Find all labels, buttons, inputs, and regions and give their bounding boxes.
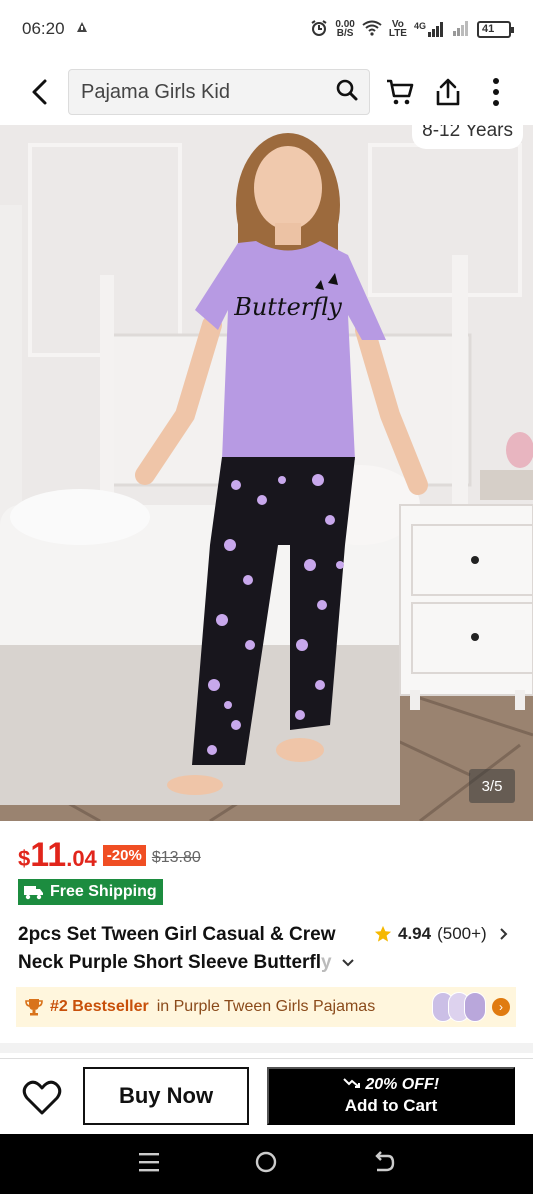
age-tag: 8-12 Years [412, 125, 523, 149]
chevron-right-circle-icon: › [492, 998, 510, 1016]
signal-icon-2 [452, 20, 470, 39]
discount-badge: -20% [102, 845, 146, 866]
volte-indicator: Vo LTE [388, 19, 407, 39]
rating-summary[interactable]: 4.94 (500+) [374, 924, 509, 944]
truck-icon [24, 886, 43, 900]
star-icon [374, 925, 392, 942]
rating-score: 4.94 [398, 924, 432, 943]
menu-icon [138, 1152, 159, 1171]
bestseller-rank: #2 Bestseller [50, 998, 149, 1015]
review-count: (500+) [437, 924, 487, 943]
product-title[interactable]: 2pcs Set Tween Girl Casual & Crew Neck P… [18, 921, 358, 977]
price-decimal: .04 [66, 846, 97, 871]
more-button[interactable] [472, 66, 520, 118]
wishlist-button[interactable] [20, 1076, 64, 1120]
home-circle-icon [256, 1151, 277, 1172]
top-bar: Pajama Girls Kid [0, 64, 533, 120]
bestseller-category: in Purple Tween Girls Pajamas [156, 998, 376, 1015]
back-arrow-icon [375, 1150, 395, 1171]
wifi-icon [362, 20, 382, 39]
notification-icon [75, 19, 89, 39]
search-query: Pajama Girls Kid [81, 80, 230, 103]
chevron-left-icon [32, 79, 47, 105]
cart-promo: 20% OFF! [343, 1076, 439, 1094]
signal-icon: 4G [414, 21, 445, 37]
product-photo: Butterfly [0, 125, 533, 821]
recent-apps-button[interactable] [137, 1151, 161, 1178]
trend-down-icon [343, 1078, 360, 1088]
title-line-1: 2pcs Set Tween Girl Casual & Crew [18, 924, 336, 945]
shirt-print-text: Butterfly [233, 293, 342, 321]
image-pager: 3/5 [469, 769, 515, 803]
share-button[interactable] [424, 66, 472, 118]
product-image-gallery[interactable]: Butterfly 8-12 Years 3/5 [0, 125, 533, 821]
price-currency: $ [18, 846, 31, 871]
trophy-icon [25, 999, 43, 1016]
original-price: $13.80 [151, 849, 201, 866]
section-divider [0, 1043, 533, 1053]
alarm-icon [310, 19, 328, 40]
purchase-bar: Buy Now 20% OFF! Add to Cart [0, 1058, 533, 1134]
bestseller-thumbnails [432, 992, 486, 1022]
free-shipping-label: Free Shipping [50, 883, 157, 900]
back-button[interactable] [14, 66, 66, 118]
chevron-down-icon[interactable] [341, 958, 355, 968]
chevron-right-icon [500, 928, 508, 940]
add-to-cart-label: Add to Cart [344, 1096, 438, 1115]
buy-now-button[interactable]: Buy Now [83, 1067, 249, 1125]
cart-icon [387, 79, 414, 105]
back-nav-button[interactable] [372, 1150, 396, 1179]
clock: 06:20 [22, 19, 65, 38]
system-nav-bar [0, 1134, 533, 1194]
price-row: $ 11 .04 -20% $13.80 [18, 836, 201, 875]
home-button[interactable] [254, 1150, 278, 1179]
status-bar: 06:20 0.00 B/S Vo LTE 4G 41 [0, 0, 533, 58]
title-line-2: Neck Purple Short Sleeve Butterfly [18, 949, 358, 977]
heart-icon [22, 1080, 62, 1115]
price-integer: 11 [30, 836, 67, 874]
more-vertical-icon [493, 78, 499, 106]
net-speed: 0.00 B/S [335, 19, 355, 39]
search-input[interactable]: Pajama Girls Kid [68, 69, 370, 115]
cart-button[interactable] [376, 66, 424, 118]
free-shipping-badge: Free Shipping [18, 879, 163, 905]
share-icon [436, 78, 460, 106]
search-icon[interactable] [335, 78, 359, 107]
bestseller-banner[interactable]: #2 Bestseller in Purple Tween Girls Paja… [16, 987, 516, 1027]
thumbnail [464, 992, 486, 1022]
add-to-cart-button[interactable]: 20% OFF! Add to Cart [267, 1067, 515, 1125]
battery-icon: 41 [477, 20, 514, 38]
